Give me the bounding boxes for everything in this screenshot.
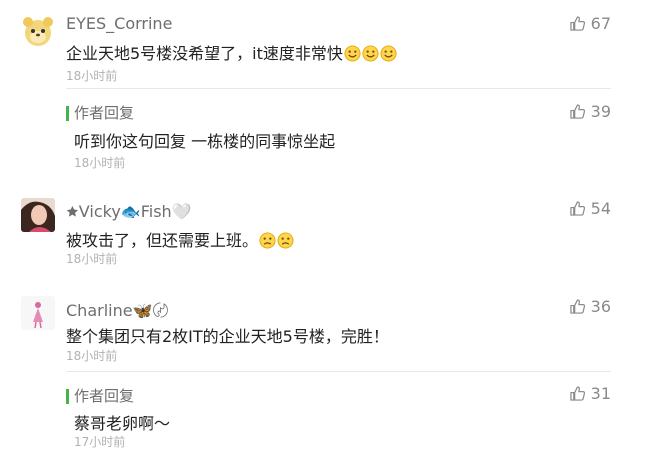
sad-emoji-icon <box>277 232 294 249</box>
thumbs-up-icon <box>569 299 585 314</box>
like-button[interactable]: 39 <box>569 102 611 121</box>
avatar[interactable] <box>21 14 55 48</box>
smile-emoji-icon <box>380 45 397 62</box>
smile-emoji-icon <box>344 45 361 62</box>
like-count: 36 <box>590 297 611 316</box>
comment-time: 18小时前 <box>66 349 118 363</box>
comment-time: 18小时前 <box>66 69 118 83</box>
like-count: 39 <box>590 102 611 121</box>
reply-marker <box>66 389 69 404</box>
reply-content: 听到你这句回复 一栋楼的同事惊坐起 <box>74 132 336 151</box>
comment-time: 18小时前 <box>66 252 118 266</box>
comment-author[interactable]: EYES_Corrine <box>66 14 172 33</box>
smile-emoji-icon <box>362 45 379 62</box>
like-button[interactable]: 54 <box>569 199 611 218</box>
like-button[interactable]: 31 <box>569 384 611 403</box>
thumbs-up-icon <box>569 386 585 401</box>
thumbs-up-icon <box>569 16 585 31</box>
reply-content: 蔡哥老卵啊～ <box>74 414 171 433</box>
comment-content: 被攻击了，但还需要上班。 <box>66 227 294 251</box>
like-button[interactable]: 67 <box>569 14 611 33</box>
reply-divider <box>66 371 611 372</box>
comment-text: 被攻击了，但还需要上班。 <box>66 231 259 250</box>
reply-divider <box>66 88 611 89</box>
reply-marker <box>66 106 69 121</box>
sad-emoji-icon <box>259 232 276 249</box>
reply-time: 18小时前 <box>74 156 126 170</box>
thumbs-up-icon <box>569 104 585 119</box>
comment-content: 整个集团只有2枚IT的企业天地5号楼，完胜！ <box>66 327 389 346</box>
like-button[interactable]: 36 <box>569 297 611 316</box>
avatar[interactable] <box>21 296 55 330</box>
reply-time: 17小时前 <box>74 435 126 449</box>
thumbs-up-icon <box>569 201 585 216</box>
comment-text: 企业天地5号楼没希望了，it速度非常快 <box>66 44 343 63</box>
like-count: 54 <box>590 199 611 218</box>
like-count: 67 <box>590 14 611 33</box>
avatar[interactable] <box>21 198 55 232</box>
reply-label: 作者回复 <box>74 104 135 122</box>
comment-author[interactable]: 🟊Vicky🐟Fish🤍 <box>66 200 192 224</box>
comment-author[interactable]: Charline🦋〄 <box>66 297 169 321</box>
like-count: 31 <box>590 384 611 403</box>
reply-label: 作者回复 <box>74 387 135 405</box>
comment-content: 企业天地5号楼没希望了，it速度非常快 <box>66 40 397 64</box>
